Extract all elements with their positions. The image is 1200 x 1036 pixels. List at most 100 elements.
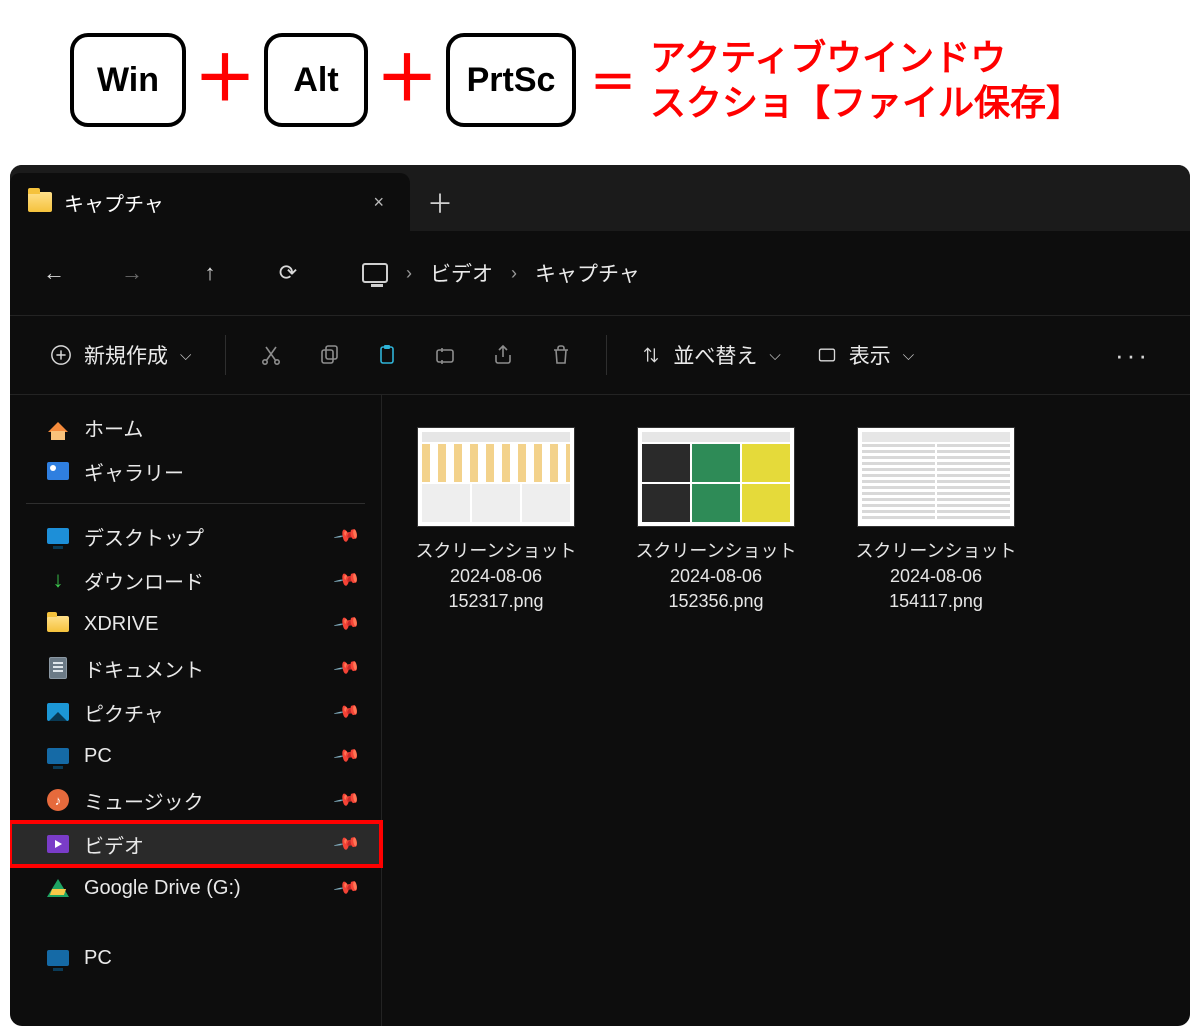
home-icon [46, 416, 70, 438]
new-button[interactable]: 新規作成 ⌵ [34, 331, 207, 379]
sidebar-label: ピクチャ [84, 698, 164, 727]
document-icon [46, 657, 70, 679]
sidebar-item-gallery[interactable]: ギャラリー [10, 449, 381, 493]
plus-icon: ＋ [376, 49, 438, 111]
pin-icon: 📌 [332, 654, 361, 683]
key-alt: Alt [264, 33, 368, 127]
shortcut-banner: Win ＋ Alt ＋ PrtSc ＝ アクティブウインドウ スクショ【ファイル… [0, 0, 1200, 160]
breadcrumb-item-capture[interactable]: キャプチャ [535, 258, 640, 288]
file-name-line3: 152356.png [626, 589, 806, 614]
sidebar-item-documents[interactable]: ドキュメント 📌 [10, 646, 381, 690]
pc-icon [46, 947, 70, 969]
pc-icon [46, 745, 70, 767]
sidebar-item-music[interactable]: ♪ ミュージック 📌 [10, 778, 381, 822]
sort-label: 並べ替え [673, 340, 757, 370]
new-tab-button[interactable]: ＋ [410, 173, 470, 231]
tab-bar: キャプチャ × ＋ [10, 165, 1190, 231]
pin-icon: 📌 [332, 874, 361, 903]
sidebar-label: ダウンロード [84, 566, 204, 595]
file-name-line1: スクリーンショット [626, 539, 806, 564]
new-label: 新規作成 [84, 340, 168, 370]
folder-icon [28, 192, 52, 212]
sidebar: ホーム ギャラリー デスクトップ 📌 ↓ ダウンロード 📌 XDRIVE 📌 [10, 395, 382, 1026]
plus-icon: ＋ [194, 49, 256, 111]
view-button[interactable]: 表示 ⌵ [801, 331, 930, 379]
sidebar-label: ミュージック [84, 786, 204, 815]
file-item[interactable]: スクリーンショット 2024-08-06 152317.png [406, 427, 586, 615]
sidebar-label: PC [84, 947, 112, 970]
share-button[interactable] [476, 331, 530, 379]
thumbnail-icon [857, 427, 1015, 527]
sidebar-item-xdrive[interactable]: XDRIVE 📌 [10, 602, 381, 646]
tab-title: キャプチャ [64, 188, 353, 217]
sidebar-label: XDRIVE [84, 613, 158, 636]
sort-button[interactable]: 並べ替え ⌵ [625, 331, 796, 379]
pin-icon: 📌 [332, 566, 361, 595]
toolbar: 新規作成 ⌵ 並べ替え ⌵ 表示 ⌵ ··· [10, 315, 1190, 395]
paste-button[interactable] [360, 331, 414, 379]
chevron-down-icon: ⌵ [180, 347, 191, 364]
more-button[interactable]: ··· [1099, 331, 1166, 379]
sidebar-label: PC [84, 745, 112, 768]
sidebar-divider [26, 503, 365, 504]
rename-button[interactable] [418, 331, 472, 379]
file-item[interactable]: スクリーンショット 2024-08-06 152356.png [626, 427, 806, 615]
file-name-line3: 154117.png [846, 589, 1026, 614]
separator [606, 335, 607, 375]
sort-icon [641, 345, 661, 365]
pin-icon: 📌 [332, 742, 361, 771]
pictures-icon [46, 701, 70, 723]
sidebar-label: ギャラリー [84, 457, 184, 486]
sidebar-label: ホーム [84, 413, 143, 442]
pin-icon: 📌 [332, 830, 361, 859]
plus-circle-icon [50, 344, 72, 366]
music-icon: ♪ [46, 789, 70, 811]
file-grid: スクリーンショット 2024-08-06 152317.png スクリーンショッ… [382, 395, 1190, 1026]
sidebar-item-desktop[interactable]: デスクトップ 📌 [10, 514, 381, 558]
tab-active[interactable]: キャプチャ × [10, 173, 410, 231]
chevron-down-icon: ⌵ [903, 347, 914, 364]
back-button[interactable]: ← [30, 249, 78, 297]
file-name-line1: スクリーンショット [846, 539, 1026, 564]
explorer-body: ホーム ギャラリー デスクトップ 📌 ↓ ダウンロード 📌 XDRIVE 📌 [10, 395, 1190, 1026]
cut-button[interactable] [244, 331, 298, 379]
forward-button[interactable]: → [108, 249, 156, 297]
sidebar-item-home[interactable]: ホーム [10, 405, 381, 449]
copy-button[interactable] [302, 331, 356, 379]
delete-button[interactable] [534, 331, 588, 379]
this-pc-icon[interactable] [362, 263, 388, 283]
breadcrumb: › ビデオ › キャプチャ [362, 258, 640, 288]
file-name-line1: スクリーンショット [406, 539, 586, 564]
gallery-icon [46, 460, 70, 482]
sidebar-item-pc-tree[interactable]: PC [10, 936, 381, 980]
sidebar-item-downloads[interactable]: ↓ ダウンロード 📌 [10, 558, 381, 602]
up-button[interactable]: ↑ [186, 249, 234, 297]
file-name-line3: 152317.png [406, 589, 586, 614]
thumbnail-icon [637, 427, 795, 527]
sidebar-item-gdrive[interactable]: Google Drive (G:) 📌 [10, 866, 381, 910]
video-icon [46, 833, 70, 855]
shortcut-line1: アクティブウインドウ [650, 35, 1082, 80]
pin-icon: 📌 [332, 522, 361, 551]
chevron-right-icon: › [406, 263, 412, 284]
breadcrumb-item-video[interactable]: ビデオ [430, 258, 493, 288]
file-item[interactable]: スクリーンショット 2024-08-06 154117.png [846, 427, 1026, 615]
sidebar-label: デスクトップ [84, 522, 204, 551]
refresh-button[interactable]: ⟳ [264, 249, 312, 297]
sidebar-label: Google Drive (G:) [84, 877, 241, 900]
file-name-line2: 2024-08-06 [846, 564, 1026, 589]
nav-row: ← → ↑ ⟳ › ビデオ › キャプチャ [10, 231, 1190, 315]
view-icon [817, 345, 837, 365]
sidebar-item-pc[interactable]: PC 📌 [10, 734, 381, 778]
thumbnail-icon [417, 427, 575, 527]
tab-close-button[interactable]: × [365, 188, 392, 217]
pin-icon: 📌 [332, 610, 361, 639]
sidebar-item-video[interactable]: ビデオ 📌 [10, 822, 381, 866]
gdrive-icon [46, 877, 70, 899]
download-icon: ↓ [46, 569, 70, 591]
chevron-down-icon: ⌵ [769, 347, 780, 364]
view-label: 表示 [849, 340, 891, 370]
desktop-icon [46, 525, 70, 547]
sidebar-label: ドキュメント [84, 654, 204, 683]
sidebar-item-pictures[interactable]: ピクチャ 📌 [10, 690, 381, 734]
